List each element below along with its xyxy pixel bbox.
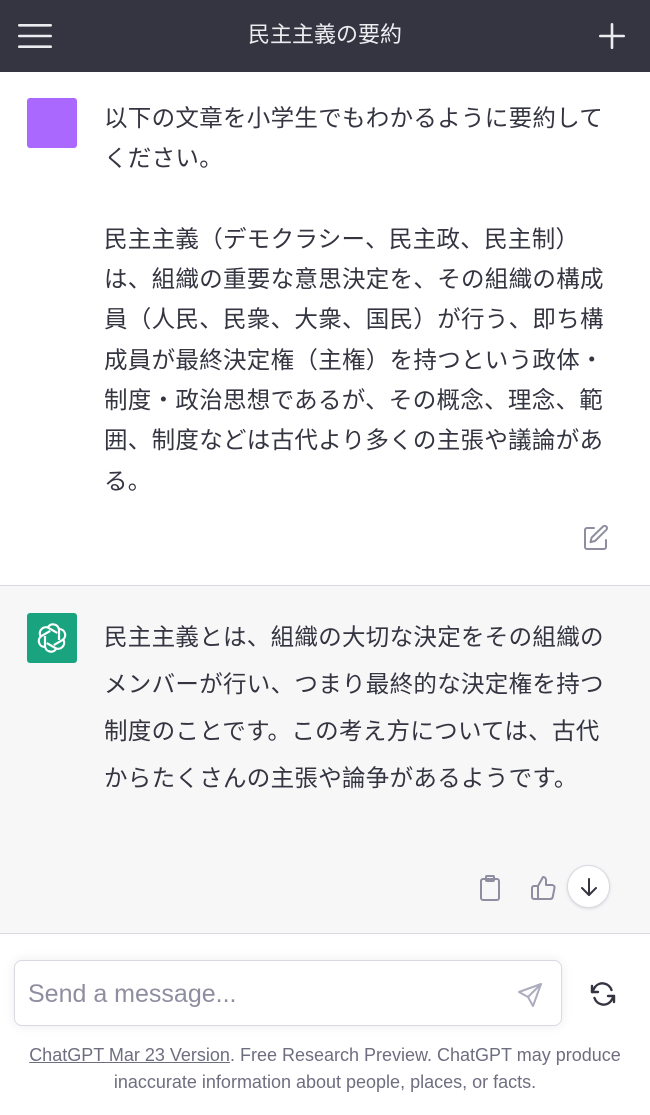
conversation-title: 民主主義の要約 [247,23,402,48]
assistant-message-text: 民主主義とは、組織の大切な決定をその組織のメンバーが行い、つまり最終的な決定権を… [104,623,604,792]
user-avatar [27,98,77,148]
user-message: 以下の文章を小学生でもわかるように要約してください。 民主主義（デモクラシー、民… [0,72,650,586]
clipboard-icon[interactable] [476,874,504,902]
openai-logo-icon [27,613,77,663]
message-input-box [14,960,562,1026]
user-message-text: 以下の文章を小学生でもわかるように要約してください。 民主主義（デモクラシー、民… [104,104,604,495]
edit-icon[interactable] [582,524,610,552]
composer-area: ChatGPT Mar 23 Version. Free Research Pr… [0,940,650,1115]
plus-icon[interactable] [598,22,626,50]
assistant-message: 民主主義とは、組織の大切な決定をその組織のメンバーが行い、つまり最終的な決定権を… [0,586,650,934]
thumbs-up-icon[interactable] [529,874,557,902]
arrow-down-icon [580,877,597,896]
scroll-to-bottom-button[interactable] [567,865,610,908]
message-input[interactable] [28,971,498,1017]
version-link[interactable]: ChatGPT Mar 23 Version [29,1045,230,1065]
refresh-icon[interactable] [589,980,617,1008]
top-bar: 民主主義の要約 [0,0,650,72]
send-icon[interactable] [517,982,543,1008]
footer-disclaimer: ChatGPT Mar 23 Version. Free Research Pr… [20,1042,630,1096]
